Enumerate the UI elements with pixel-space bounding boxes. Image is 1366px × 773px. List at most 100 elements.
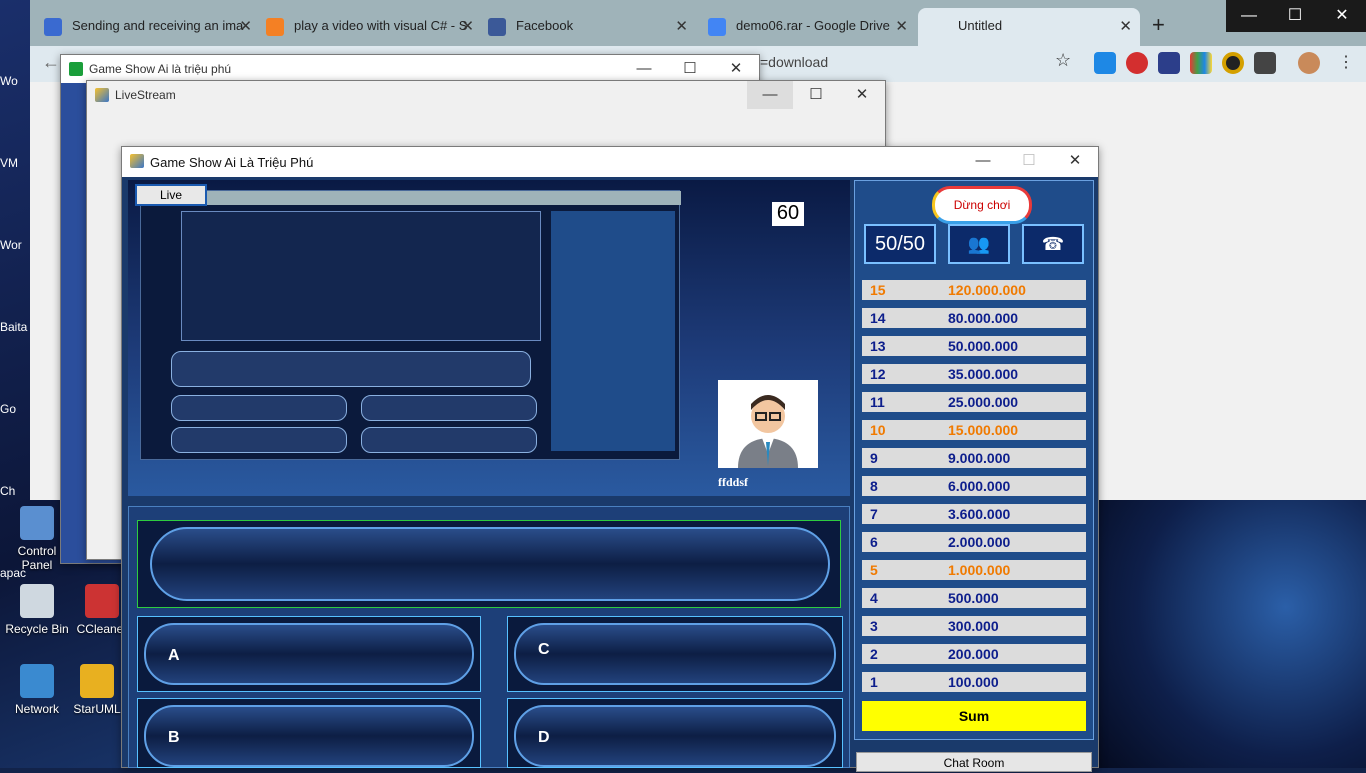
ask-audience-button[interactable]: 👥 (948, 224, 1010, 264)
answer-d-frame[interactable]: D (507, 698, 843, 768)
tab-title: Facebook (516, 18, 574, 33)
ladder-rung-7: 7 3.600.000 (862, 504, 1086, 524)
answer-b-button[interactable]: B (144, 705, 474, 767)
close-window-button[interactable]: ✕ (1318, 0, 1366, 32)
edge-label: Go Ch (0, 402, 17, 498)
player-name: ffddsf (718, 475, 749, 489)
tab-untitled[interactable]: Untitled ✕ (918, 8, 1140, 46)
close-button[interactable]: ✕ (713, 55, 759, 83)
mini-game-window (181, 211, 541, 341)
close-icon[interactable]: ✕ (675, 17, 688, 35)
new-tab-button[interactable]: + (1152, 12, 1165, 38)
desktop-left-edge-labels: Wo VM Wor Baita Go Ch apac (0, 40, 30, 614)
window-title: Game Show Ai là triệu phú (89, 62, 232, 76)
tab-play-video[interactable]: play a video with visual C# - S ✕ (252, 8, 482, 46)
desktop-icon-staruml[interactable]: StarUML (72, 664, 122, 716)
answer-c-frame[interactable]: C (507, 616, 843, 692)
close-icon[interactable]: ✕ (239, 17, 252, 35)
extension-circle-icon[interactable] (1222, 52, 1244, 74)
chat-room-button[interactable]: Chat Room (856, 752, 1092, 772)
star-bookmark-icon[interactable]: ☆ (1055, 50, 1071, 71)
menu-dots-icon[interactable]: ⋮ (1338, 52, 1354, 72)
network-icon (20, 664, 54, 698)
stackoverflow-icon (266, 18, 284, 36)
answer-a-button[interactable]: A (144, 623, 474, 685)
extension-colors-icon[interactable] (1190, 52, 1212, 74)
edge-label: Baita (0, 320, 28, 334)
window-caption-buttons: — ☐ ✕ (621, 55, 759, 83)
ladder-rung-12: 12 35.000.000 (862, 364, 1086, 384)
minimize-button[interactable]: — (747, 81, 793, 109)
answer-c-button[interactable]: C (514, 623, 836, 685)
back-arrow-icon[interactable]: ← (42, 52, 60, 73)
rung-amount: 120.000.000 (948, 282, 1026, 298)
extension-adblock-icon[interactable] (1126, 52, 1148, 74)
ladder-rung-15: 15 120.000.000 (862, 280, 1086, 300)
desktop-icon-label: Recycle Bin (5, 622, 69, 636)
ladder-rung-1: 1 100.000 (862, 672, 1086, 692)
close-icon[interactable]: ✕ (461, 17, 474, 35)
rung-amount: 9.000.000 (948, 450, 1011, 466)
tab-title: play a video with visual C# - S (294, 18, 468, 33)
rung-amount: 200.000 (948, 646, 999, 662)
ladder-rung-10: 10 15.000.000 (862, 420, 1086, 440)
rung-amount: 3.600.000 (948, 506, 1011, 522)
maximize-button[interactable]: ☐ (1006, 147, 1052, 175)
window-title: Game Show Ai Là Triệu Phú (150, 155, 314, 170)
mini-answer-box (171, 427, 347, 453)
maximize-button[interactable]: ☐ (793, 81, 839, 109)
ccleaner-icon (85, 584, 119, 618)
avatar[interactable] (1298, 52, 1320, 74)
rung-amount: 50.000.000 (948, 338, 1019, 354)
minimize-button[interactable]: — (960, 147, 1006, 175)
answer-d-button[interactable]: D (514, 705, 836, 767)
tab-sending-receiving[interactable]: Sending and receiving an ima ✕ (30, 8, 260, 46)
rung-amount: 500.000 (948, 590, 999, 606)
tab-title: Sending and receiving an ima (72, 18, 244, 33)
address-bar-text[interactable]: =download (760, 54, 828, 70)
document-icon (708, 18, 726, 36)
phone-friend-button[interactable]: ☎ (1022, 224, 1084, 264)
rung-amount: 6.000.000 (948, 478, 1011, 494)
edge-label: Wo (0, 74, 18, 88)
rung-number: 5 (870, 562, 878, 578)
live-button[interactable]: Live (135, 184, 207, 206)
extension-j-icon[interactable] (1158, 52, 1180, 74)
close-icon[interactable]: ✕ (1119, 17, 1132, 35)
edge-label: apac (0, 566, 27, 580)
vs-icon (44, 18, 62, 36)
answer-b-frame[interactable]: B (137, 698, 481, 768)
people-icon: 👥 (967, 234, 991, 254)
sum-button[interactable]: Sum (862, 701, 1086, 731)
tab-google-drive[interactable]: demo06.rar - Google Drive ✕ (694, 8, 916, 46)
rung-number: 6 (870, 534, 878, 550)
stop-game-button[interactable]: Dừng chơi (932, 186, 1032, 224)
desktop-icon-label: CCleaner (76, 622, 128, 636)
ladder-rung-4: 4 500.000 (862, 588, 1086, 608)
rung-amount: 15.000.000 (948, 422, 1019, 438)
extension-drop-icon[interactable] (1094, 52, 1116, 74)
tab-facebook[interactable]: Facebook ✕ (474, 8, 696, 46)
fifty-fifty-button[interactable]: 50/50 (864, 224, 936, 264)
ladder-rung-13: 13 50.000.000 (862, 336, 1086, 356)
phone-icon: ☎ (1041, 234, 1065, 254)
close-button[interactable]: ✕ (839, 81, 885, 109)
rung-amount: 1.000.000 (948, 562, 1011, 578)
minimize-button[interactable]: — (621, 55, 667, 83)
tab-title: demo06.rar - Google Drive (736, 18, 890, 33)
desktop-icon-label: StarUML (73, 702, 121, 716)
ladder-rung-8: 8 6.000.000 (862, 476, 1086, 496)
minimize-button[interactable]: — (1226, 0, 1272, 32)
close-button[interactable]: ✕ (1052, 147, 1098, 175)
rung-number: 7 (870, 506, 878, 522)
mini-answer-box (361, 427, 537, 453)
rung-amount: 80.000.000 (948, 310, 1019, 326)
ladder-rung-14: 14 80.000.000 (862, 308, 1086, 328)
desktop-icon-network[interactable]: Network (2, 664, 72, 716)
close-icon[interactable]: ✕ (895, 17, 908, 35)
maximize-button[interactable]: ☐ (667, 55, 713, 83)
maximize-button[interactable]: ☐ (1272, 0, 1318, 32)
extension-se-icon[interactable] (1254, 52, 1276, 74)
mini-answer-box (171, 395, 347, 421)
answer-a-frame[interactable]: A (137, 616, 481, 692)
